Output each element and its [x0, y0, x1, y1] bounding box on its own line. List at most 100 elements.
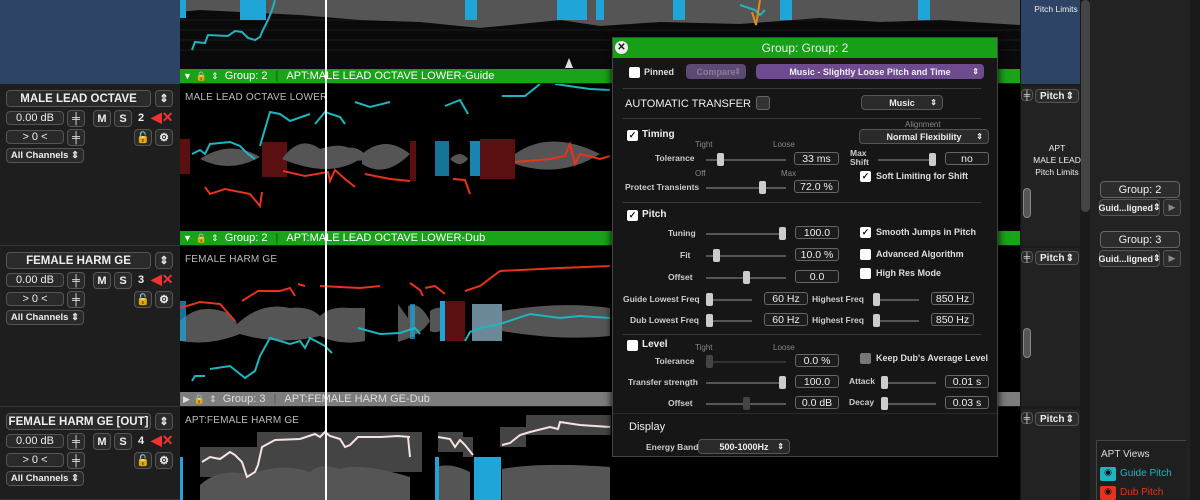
updown-icon[interactable]: ⇕: [211, 233, 219, 244]
tolerance-value[interactable]: 33 ms: [794, 152, 839, 165]
group-mode-select[interactable]: Guid...ligned ⇕: [1098, 199, 1161, 216]
decay-slider[interactable]: [881, 397, 936, 410]
dialog-titlebar[interactable]: ✕ Group: Group: 2: [613, 38, 997, 58]
collapse-icon[interactable]: ▼: [183, 233, 192, 243]
updown-icon[interactable]: ⇕: [211, 71, 219, 82]
pitch-checkbox[interactable]: ✓: [627, 210, 638, 221]
group-label[interactable]: Group: 2: [1100, 181, 1180, 198]
volume-fader-icon[interactable]: ╪: [67, 272, 85, 289]
track-name-button[interactable]: FEMALE HARM GE [OUT]: [6, 413, 151, 430]
lock-icon[interactable]: 🔒: [194, 394, 205, 405]
speaker-muted-icon[interactable]: ◀✕: [151, 109, 174, 126]
group-bar-controls[interactable]: ▼ 🔒 ⇕: [183, 233, 219, 244]
pitch-select[interactable]: Pitch ⇕: [1035, 89, 1079, 103]
max-shift-thumb[interactable]: [929, 153, 936, 166]
volume-fader-icon[interactable]: ╪: [67, 433, 85, 450]
tolerance-slider[interactable]: [706, 153, 786, 166]
speaker-muted-icon[interactable]: ◀✕: [151, 432, 174, 449]
level-tolerance-thumb[interactable]: [706, 355, 713, 368]
mute-button[interactable]: M: [93, 433, 111, 450]
guide-low-freq-slider[interactable]: [706, 293, 752, 306]
automation-lock-icon[interactable]: 🔓: [134, 291, 152, 308]
pan-fader-icon[interactable]: ╪: [67, 452, 85, 469]
group-mode-select[interactable]: Guid...ligned ⇕: [1098, 250, 1161, 267]
pitch-range-handle[interactable]: [1023, 188, 1031, 218]
guide-low-freq-value[interactable]: 60 Hz: [764, 292, 808, 305]
guide-pitch-label[interactable]: Guide Pitch: [1120, 468, 1172, 479]
level-offset-thumb[interactable]: [742, 397, 750, 410]
expand-icon[interactable]: ▶: [183, 394, 190, 405]
lock-icon[interactable]: 🔒: [196, 233, 207, 244]
protect-transients-thumb[interactable]: [758, 181, 766, 194]
advanced-algorithm-checkbox[interactable]: [860, 249, 871, 260]
solo-button[interactable]: S: [114, 272, 132, 289]
gear-icon[interactable]: ⚙: [155, 291, 173, 308]
volume-fader-icon[interactable]: ╪: [67, 110, 85, 127]
pan-field[interactable]: > 0 <: [6, 292, 64, 306]
pinned-checkbox[interactable]: [629, 67, 640, 78]
updown-icon[interactable]: ⇕: [209, 394, 217, 405]
transfer-strength-value[interactable]: 100.0: [795, 375, 839, 388]
solo-button[interactable]: S: [114, 110, 132, 127]
dub-eye-icon[interactable]: ◉: [1100, 486, 1116, 500]
automation-lock-icon[interactable]: 🔓: [134, 129, 152, 146]
fit-slider[interactable]: [706, 249, 786, 262]
tuning-slider[interactable]: [706, 227, 786, 240]
group-bar-controls[interactable]: ▶ 🔒 ⇕: [183, 394, 217, 405]
tolerance-thumb[interactable]: [716, 153, 724, 166]
attack-slider[interactable]: [881, 376, 936, 389]
pitch-select[interactable]: Pitch ⇕: [1035, 251, 1079, 265]
smooth-jumps-checkbox[interactable]: ✓: [860, 227, 871, 238]
lock-icon[interactable]: 🔒: [196, 71, 207, 82]
mute-button[interactable]: M: [93, 272, 111, 289]
dub-high-freq-value[interactable]: 850 Hz: [931, 313, 974, 326]
guide-high-freq-value[interactable]: 850 Hz: [931, 292, 974, 305]
close-icon[interactable]: ✕: [615, 41, 628, 54]
automation-lock-icon[interactable]: 🔓: [134, 452, 152, 469]
collapse-icon[interactable]: ▼: [183, 71, 192, 81]
level-offset-slider[interactable]: [706, 397, 786, 410]
high-res-checkbox[interactable]: [860, 268, 871, 279]
group-bar-controls[interactable]: ▼ 🔒 ⇕: [183, 71, 219, 82]
transfer-strength-slider[interactable]: [706, 376, 786, 389]
dub-low-freq-thumb[interactable]: [706, 314, 713, 327]
fit-value[interactable]: 10.0 %: [795, 248, 839, 261]
track-name-button[interactable]: MALE LEAD OCTAVE: [6, 90, 151, 107]
guide-high-freq-slider[interactable]: [873, 293, 919, 306]
playhead[interactable]: [325, 0, 327, 500]
fit-thumb[interactable]: [713, 249, 721, 262]
pitch-offset-value[interactable]: 0.0: [795, 270, 839, 283]
level-checkbox[interactable]: [627, 340, 638, 351]
speaker-muted-icon[interactable]: ◀✕: [151, 271, 174, 288]
timing-checkbox[interactable]: ✓: [627, 130, 638, 141]
attack-value[interactable]: 0.01 s: [945, 375, 989, 388]
pitch-select[interactable]: Pitch ⇕: [1035, 412, 1079, 426]
dub-high-freq-slider[interactable]: [873, 314, 919, 327]
protect-transients-value[interactable]: 72.0 %: [794, 180, 839, 193]
pitch-fader-icon[interactable]: ╪: [1021, 251, 1033, 263]
dub-low-freq-value[interactable]: 60 Hz: [764, 313, 808, 326]
pan-fader-icon[interactable]: ╪: [67, 129, 85, 146]
decay-value[interactable]: 0.03 s: [945, 396, 989, 409]
play-icon[interactable]: ▶: [1163, 199, 1181, 216]
attack-thumb[interactable]: [881, 376, 888, 389]
pitch-fader-icon[interactable]: ╪: [1021, 412, 1033, 424]
track-height-button[interactable]: ⇕: [155, 252, 173, 269]
guide-low-freq-thumb[interactable]: [706, 293, 713, 306]
compare-button[interactable]: Compare ⇕: [686, 64, 746, 79]
decay-thumb[interactable]: [881, 397, 888, 410]
channels-select[interactable]: All Channels ⇕: [6, 471, 84, 486]
volume-field[interactable]: 0.00 dB: [6, 434, 64, 448]
pitch-offset-thumb[interactable]: [742, 271, 750, 284]
level-tolerance-slider[interactable]: [706, 355, 786, 368]
max-shift-slider[interactable]: [878, 153, 936, 166]
gear-icon[interactable]: ⚙: [155, 452, 173, 469]
play-icon[interactable]: ▶: [1163, 250, 1181, 267]
protect-transients-slider[interactable]: [706, 181, 786, 194]
alignment-select[interactable]: Normal Flexibility ⇕: [859, 129, 989, 144]
pan-field[interactable]: > 0 <: [6, 130, 64, 144]
solo-button[interactable]: S: [114, 433, 132, 450]
preset-select[interactable]: Music - Slightly Loose Pitch and Time ⇕: [756, 64, 984, 79]
max-shift-value[interactable]: no: [945, 152, 989, 165]
pitch-fader-icon[interactable]: ╪: [1021, 89, 1033, 101]
